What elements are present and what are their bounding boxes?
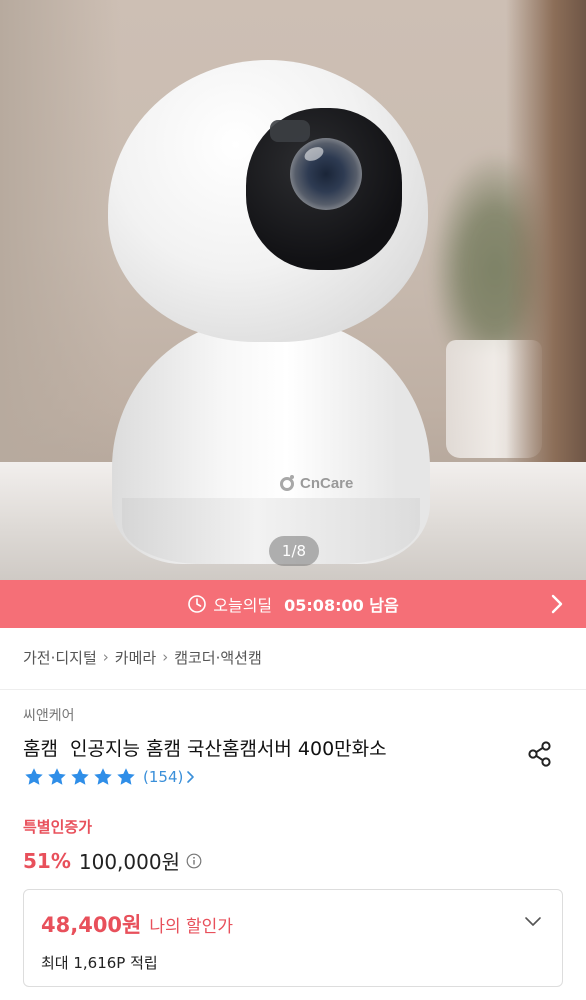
star-icon [117,768,135,785]
clock-icon [188,595,207,613]
breadcrumb: 가전·디지털 › 카메라 › 캠코더·액션캠 [23,645,262,669]
image-page-indicator: 1/8 [269,536,319,566]
star-icon [94,768,112,785]
chevron-right-icon [187,771,195,783]
share-icon[interactable] [524,738,556,770]
seller-name[interactable]: 씨앤케어 [23,705,75,725]
my-discount-label: 나의 할인가 [149,917,233,937]
product-title: 홈캠 인공지능 홈캠 국산홈캠서버 400만화소 [23,738,387,760]
brand-logo-text: CnCare [300,475,354,492]
breadcrumb-item[interactable]: 카메라 [115,647,156,668]
today-deal-bar[interactable]: 오늘의딜 05:08:00 남음 [0,580,586,628]
max-points-text: 최대 1,616P 적립 [41,954,158,972]
deal-countdown: 05:08:00 남음 [284,596,399,615]
chevron-down-icon[interactable] [524,916,542,928]
chevron-right-icon[interactable] [550,593,564,615]
breadcrumb-item[interactable]: 가전·디지털 [23,647,97,668]
price-row: 51% 100,000원 [23,846,202,875]
discount-rate: 51% [23,848,71,873]
breadcrumb-item[interactable]: 캠코더·액션캠 [174,647,262,668]
brand-logo-mark [280,474,294,491]
camera-lens [290,138,362,210]
breadcrumb-separator-icon: › [162,648,169,666]
background-blur [0,0,120,470]
my-discount-price-row: 48,400원 나의 할인가 [41,909,233,939]
deal-label: 오늘의딜 [213,596,273,615]
rating-row[interactable]: (154) [23,766,196,788]
camera-ir-sensor [270,120,310,142]
star-icon [48,768,66,785]
info-icon[interactable] [186,853,202,869]
star-icon [71,768,89,785]
section-divider [0,689,586,690]
background-wall [506,0,586,470]
product-image[interactable]: CnCare 1/8 [0,0,586,580]
my-discount-price: 48,400원 [41,913,142,937]
brand-logo: CnCare [280,474,354,492]
original-price: 100,000원 [78,850,180,874]
my-discount-price-card[interactable]: 48,400원 나의 할인가 최대 1,616P 적립 [23,889,563,987]
star-icon [25,768,43,785]
special-price-label: 특별인증가 [23,818,93,836]
review-count-link[interactable]: (154) [143,768,183,786]
breadcrumb-separator-icon: › [102,648,109,666]
